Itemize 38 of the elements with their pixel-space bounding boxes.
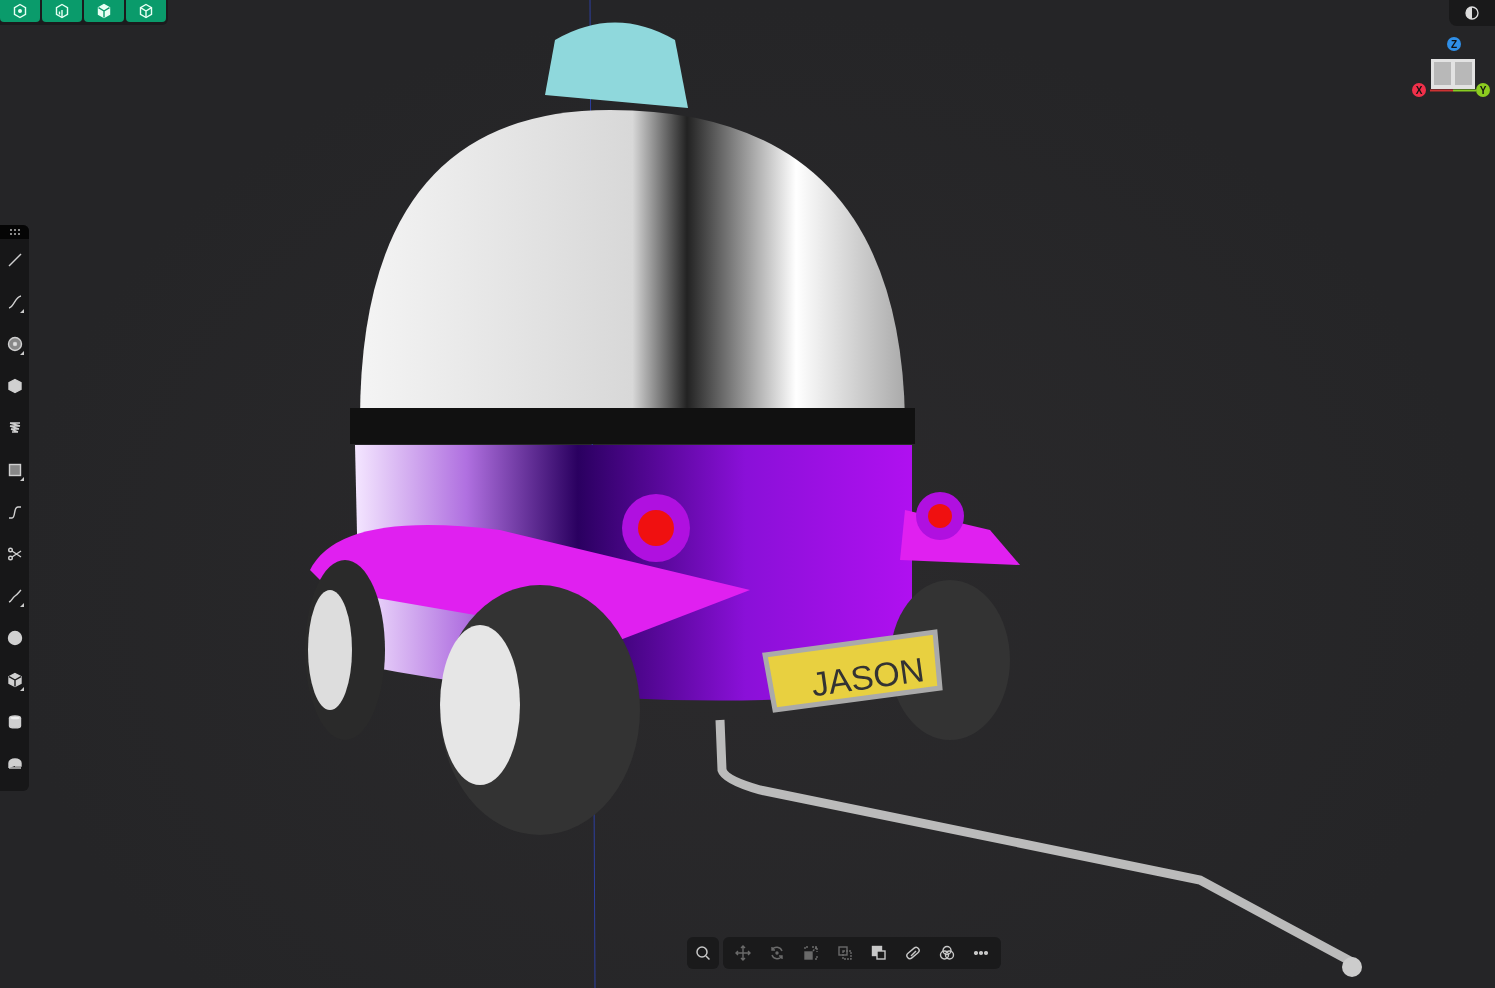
move-icon — [735, 945, 751, 961]
contrast-button[interactable] — [1449, 0, 1495, 26]
line-icon — [6, 252, 23, 268]
iso-solid-view-icon — [96, 3, 112, 19]
cube-icon — [6, 672, 23, 688]
view-button[interactable] — [126, 0, 166, 22]
boolean-icon — [939, 945, 955, 961]
view-cube-drawing[interactable] — [1430, 58, 1476, 92]
sphere-icon — [6, 630, 23, 646]
curve-icon — [6, 294, 23, 310]
trim-icon — [6, 546, 23, 562]
view-button[interactable] — [84, 0, 124, 22]
search-icon — [695, 945, 711, 961]
top-view-icon — [12, 3, 28, 19]
circle-icon — [6, 336, 23, 352]
overlap-icon — [871, 945, 887, 961]
spline-icon — [6, 504, 23, 520]
drag-handle[interactable] — [0, 225, 29, 239]
grip-icon — [9, 229, 20, 235]
axis-label[interactable]: Z — [1447, 37, 1461, 51]
view-button[interactable] — [0, 0, 40, 22]
axis-label[interactable]: X — [1412, 83, 1426, 97]
contrast-icon — [1465, 6, 1479, 20]
iso-outline-view-icon — [138, 3, 154, 19]
scale-icon — [803, 945, 819, 961]
axis-label[interactable]: Y — [1476, 83, 1490, 97]
copy-icon — [837, 945, 853, 961]
tape-icon — [6, 756, 23, 772]
link-icon — [905, 945, 921, 961]
search-button[interactable] — [687, 937, 719, 969]
view-button[interactable] — [42, 0, 82, 22]
license-plate-text: JASON — [808, 650, 927, 704]
rotate-icon — [769, 945, 785, 961]
rectangle-icon — [6, 462, 23, 478]
fillet-icon — [6, 588, 23, 604]
front-view-icon — [54, 3, 70, 19]
polygon-icon — [6, 378, 23, 394]
cylinder-icon — [6, 714, 23, 730]
